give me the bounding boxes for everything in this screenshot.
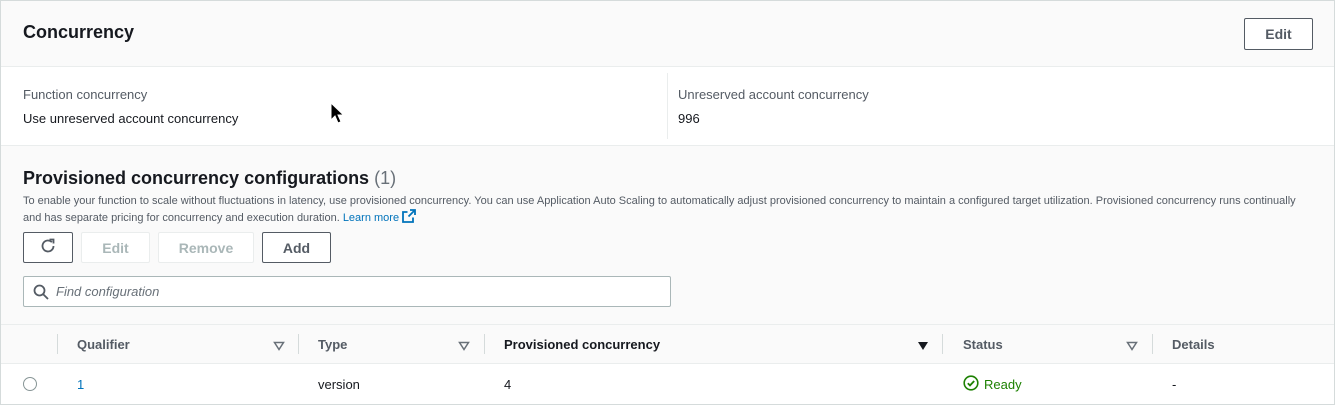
column-separator xyxy=(1152,334,1153,354)
unreserved-concurrency-label: Unreserved account concurrency xyxy=(678,87,869,102)
panel-title: Concurrency xyxy=(23,22,135,42)
column-separator xyxy=(484,334,485,354)
mouse-cursor-icon xyxy=(330,101,345,127)
column-separator xyxy=(57,334,58,354)
qualifier-link[interactable]: 1 xyxy=(77,377,84,392)
section-count: (1) xyxy=(374,168,397,188)
search-box xyxy=(23,276,671,307)
type-cell: version xyxy=(318,376,360,392)
status-text: Ready xyxy=(984,376,1022,392)
sort-descending-icon[interactable] xyxy=(917,338,929,354)
edit-configuration-button[interactable]: Edit xyxy=(81,232,150,263)
concurrency-summary: Function concurrency Use unreserved acco… xyxy=(1,67,1334,146)
column-separator xyxy=(298,334,299,354)
function-concurrency-value: Use unreserved account concurrency xyxy=(23,111,239,126)
add-configuration-button[interactable]: Add xyxy=(262,232,331,263)
sort-icon[interactable] xyxy=(273,338,285,354)
section-title: Provisioned concurrency configurations (… xyxy=(23,168,396,189)
edit-concurrency-button[interactable]: Edit xyxy=(1244,18,1313,50)
external-link-icon xyxy=(402,209,416,228)
function-concurrency-label: Function concurrency xyxy=(23,87,148,102)
column-header-type[interactable]: Type xyxy=(318,325,347,363)
details-cell: - xyxy=(1172,376,1177,392)
column-separator xyxy=(942,334,943,354)
unreserved-concurrency-value: 996 xyxy=(678,111,700,126)
description-text: To enable your function to scale without… xyxy=(23,195,1296,224)
provisioned-concurrency-cell: 4 xyxy=(504,376,512,392)
column-header-qualifier[interactable]: Qualifier xyxy=(77,325,130,363)
find-configuration-input[interactable] xyxy=(56,277,656,306)
column-header-provisioned-concurrency[interactable]: Provisioned concurrency xyxy=(504,325,660,363)
concurrency-header: Concurrency Edit xyxy=(1,1,1334,67)
concurrency-panel: Concurrency Edit Function concurrency Us… xyxy=(0,0,1335,405)
column-header-details: Details xyxy=(1172,336,1215,352)
remove-configuration-button[interactable]: Remove xyxy=(158,232,254,263)
column-header-status[interactable]: Status xyxy=(963,325,1003,363)
learn-more-link[interactable]: Learn more xyxy=(342,209,416,224)
section-description: To enable your function to scale without… xyxy=(23,193,1313,228)
sort-icon[interactable] xyxy=(458,338,470,354)
row-select-radio[interactable] xyxy=(23,377,37,391)
status-cell: Ready xyxy=(963,364,1022,404)
status-success-icon xyxy=(963,374,979,394)
sort-icon[interactable] xyxy=(1126,338,1138,354)
learn-more-text: Learn more xyxy=(342,212,400,224)
refresh-button[interactable] xyxy=(23,232,73,263)
refresh-icon xyxy=(40,238,56,257)
table-header: Qualifier Type Provisioned concurrency S… xyxy=(1,324,1334,364)
section-title-text: Provisioned concurrency configurations xyxy=(23,168,370,188)
column-divider xyxy=(667,73,668,139)
provisioned-concurrency-section: Provisioned concurrency configurations (… xyxy=(1,146,1334,324)
search-icon xyxy=(33,284,49,303)
table-row[interactable]: 1 version 4 Ready - xyxy=(1,364,1334,404)
